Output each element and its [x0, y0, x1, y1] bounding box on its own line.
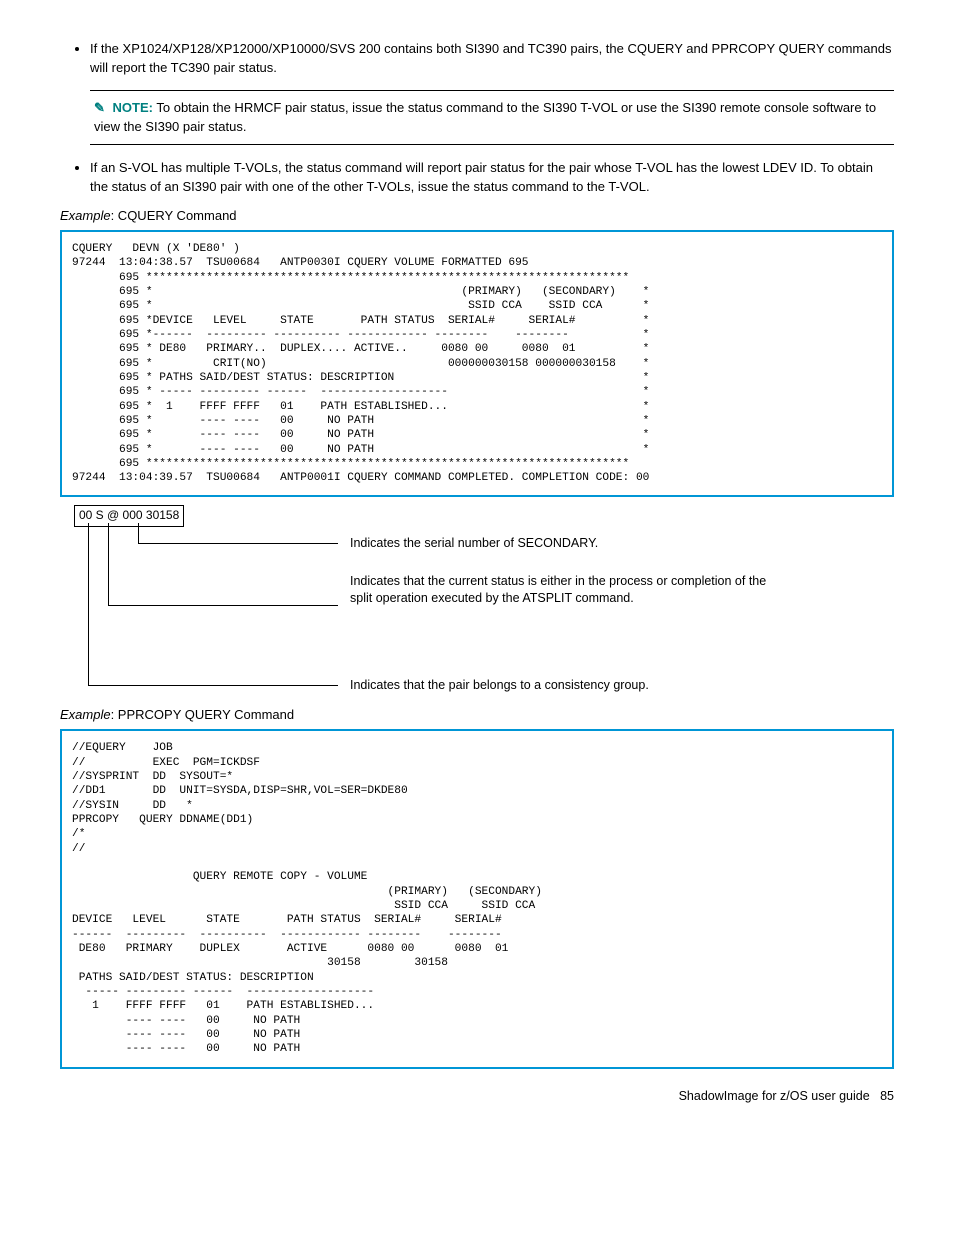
- legend-line: [138, 543, 338, 544]
- example1-label: Example: CQUERY Command: [60, 207, 894, 226]
- code-block-pprcopy: //EQUERY JOB // EXEC PGM=ICKDSF //SYSPRI…: [60, 729, 894, 1068]
- code-block-cquery: CQUERY DEVN (X 'DE80' ) 97244 13:04:38.5…: [60, 230, 894, 498]
- note-box: ✎ NOTE: To obtain the HRMCF pair status,…: [90, 90, 894, 146]
- note-text: To obtain the HRMCF pair status, issue t…: [94, 100, 876, 134]
- legend-line: [108, 605, 338, 606]
- bullet-item-2: If an S-VOL has multiple T-VOLs, the sta…: [90, 159, 894, 197]
- note-icon: ✎: [94, 100, 105, 115]
- page-number: 85: [880, 1089, 894, 1103]
- legend-diagram: 00 S @ 000 30158 Indicates the serial nu…: [60, 505, 894, 700]
- legend-line: [138, 523, 139, 543]
- bullet-item-1: If the XP1024/XP128/XP12000/XP10000/SVS …: [90, 40, 894, 78]
- page-footer: ShadowImage for z/OS user guide 85: [60, 1087, 894, 1105]
- legend-line: [108, 523, 109, 605]
- legend-text-2: Indicates that the current status is eit…: [350, 573, 780, 607]
- note-label: NOTE:: [113, 100, 153, 115]
- legend-line: [88, 685, 338, 686]
- legend-boxed-text: 00 S @ 000 30158: [74, 505, 184, 526]
- legend-line: [88, 523, 89, 685]
- legend-text-1: Indicates the serial number of SECONDARY…: [350, 535, 780, 552]
- legend-text-3: Indicates that the pair belongs to a con…: [350, 677, 780, 694]
- example2-label: Example: PPRCOPY QUERY Command: [60, 706, 894, 725]
